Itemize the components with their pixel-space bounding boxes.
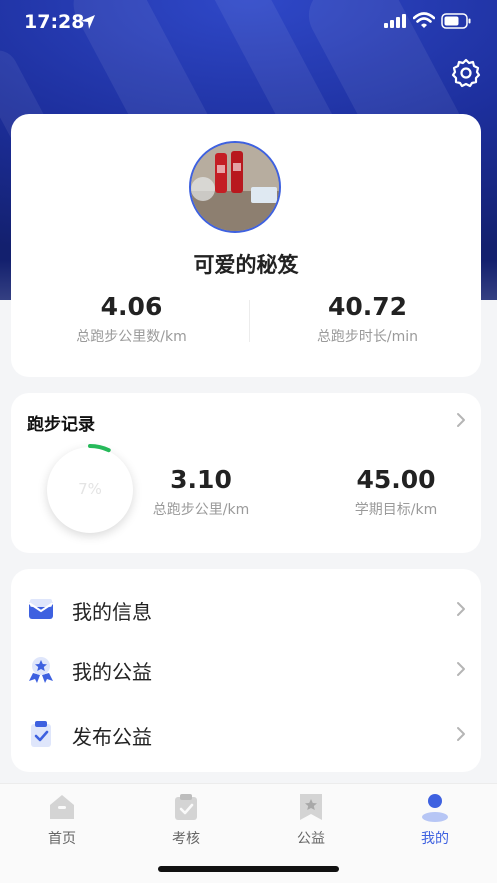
settings-gear-icon[interactable] (450, 57, 482, 89)
menu-item-label: 发布公益 (72, 725, 152, 749)
chevron-right-icon (457, 727, 465, 741)
tab-label: 我的 (421, 831, 449, 847)
chevron-right-icon[interactable] (456, 412, 466, 428)
running-record-title: 跑步记录 (27, 415, 95, 435)
total-duration-label: 总跑步时长/min (316, 329, 419, 345)
user-icon (422, 794, 448, 822)
chevron-right-icon (457, 662, 465, 676)
bookmark-star-icon (300, 794, 322, 820)
tab-mine[interactable]: 我的 (373, 784, 497, 854)
menu-item-label: 我的信息 (72, 600, 152, 624)
total-km-label: 总跑步公里/km (152, 502, 250, 518)
home-icon (50, 795, 74, 819)
tab-assessment[interactable]: 考核 (124, 784, 248, 854)
avatar[interactable] (189, 141, 281, 233)
status-time: 17:28 (24, 11, 85, 33)
clipboard-icon (175, 794, 197, 820)
medal-icon (29, 657, 53, 683)
avatar-photo (191, 143, 279, 231)
total-duration-stat: 40.72 总跑步时长/min (250, 292, 485, 346)
total-km-stat: 3.10 总跑步公里/km (106, 465, 296, 519)
tab-label: 首页 (48, 831, 76, 847)
menu-item-publish-charity[interactable]: 发布公益 (11, 704, 481, 764)
term-goal-value: 45.00 (356, 465, 436, 494)
tab-home[interactable]: 首页 (0, 784, 124, 854)
clipboard-check-icon (31, 721, 51, 747)
cellular-signal-icon (384, 14, 406, 28)
menu-item-my-charity[interactable]: 我的公益 (11, 639, 481, 699)
running-record-card[interactable]: 跑步记录 7% 3.10 总跑步公里/km 45.00 学期目标/km (11, 393, 481, 553)
profile-card: 可爱的秘笈 4.06 总跑步公里数/km 40.72 总跑步时长/min (11, 114, 481, 377)
term-goal-label: 学期目标/km (354, 502, 438, 518)
battery-icon (441, 13, 471, 29)
total-distance-label: 总跑步公里数/km (76, 329, 187, 345)
tab-label: 公益 (297, 831, 325, 847)
wifi-icon (413, 12, 435, 28)
term-goal-stat: 45.00 学期目标/km (301, 465, 491, 519)
total-distance-value: 4.06 (100, 292, 163, 321)
total-duration-value: 40.72 (327, 292, 408, 321)
status-bar: 17:28 (0, 0, 497, 44)
menu-item-my-info[interactable]: 我的信息 (11, 579, 481, 639)
home-indicator (158, 866, 339, 872)
total-km-value: 3.10 (170, 465, 232, 494)
tab-label: 考核 (172, 831, 200, 847)
chevron-right-icon (457, 602, 465, 616)
envelope-icon (28, 599, 54, 619)
menu-card: 我的信息 我的公益 发布公益 (11, 569, 481, 772)
menu-item-label: 我的公益 (72, 660, 152, 684)
tab-charity[interactable]: 公益 (249, 784, 373, 854)
total-distance-stat: 4.06 总跑步公里数/km (14, 292, 249, 346)
location-arrow-icon (81, 15, 95, 29)
username: 可爱的秘笈 (193, 253, 299, 277)
